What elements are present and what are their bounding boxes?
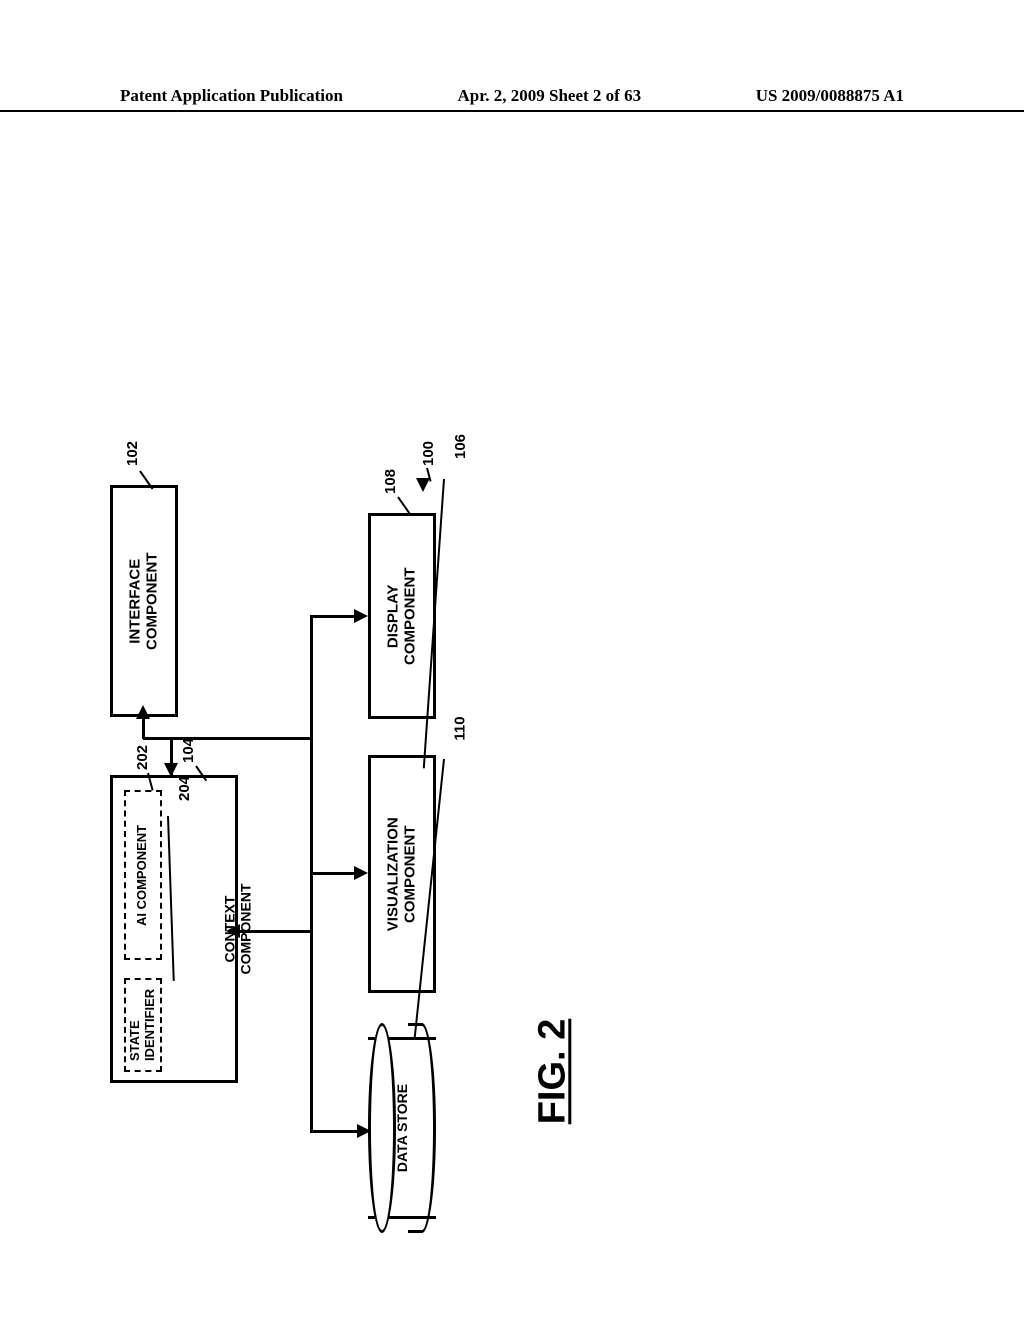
cylinder-data-store: DATA STORE bbox=[368, 1023, 436, 1233]
arrow-into-display bbox=[354, 609, 368, 623]
ref-108: 108 bbox=[382, 469, 399, 494]
ref-100: 100 bbox=[420, 441, 437, 466]
header-publication: Patent Application Publication bbox=[120, 86, 343, 106]
ref-202: 202 bbox=[134, 745, 151, 770]
line-context-out-h bbox=[238, 930, 312, 933]
arrow-into-context bbox=[164, 763, 178, 777]
label-state-identifier: STATE IDENTIFIER bbox=[128, 989, 158, 1061]
ref-102: 102 bbox=[124, 441, 141, 466]
page-header: Patent Application Publication Apr. 2, 2… bbox=[0, 86, 1024, 112]
box-interface-component: INTERFACE COMPONENT bbox=[110, 485, 178, 717]
figure-2-diagram: INTERFACE COMPONENT 102 CONTEXT COMPONEN… bbox=[0, 180, 1024, 1080]
arrow-into-datastore bbox=[357, 1124, 371, 1138]
box-display-component: DISPLAY COMPONENT bbox=[368, 513, 436, 719]
ref-104: 104 bbox=[180, 738, 197, 763]
ref-106: 106 bbox=[452, 434, 469, 459]
line-to-visualization bbox=[310, 872, 356, 875]
label-ai-component: AI COMPONENT bbox=[136, 824, 151, 925]
arrow-into-visualization bbox=[354, 866, 368, 880]
arrow-interface-in bbox=[136, 705, 150, 719]
box-ai-component: AI COMPONENT bbox=[124, 790, 162, 960]
label-interface-component: INTERFACE COMPONENT bbox=[127, 552, 162, 650]
label-data-store: DATA STORE bbox=[394, 1084, 410, 1172]
header-pub-number: US 2009/0088875 A1 bbox=[756, 86, 904, 106]
arrow-context-back bbox=[226, 924, 240, 938]
line-to-datastore bbox=[310, 1130, 359, 1133]
figure-label: FIG. 2 bbox=[531, 1019, 574, 1125]
cylinder-left-cap bbox=[368, 1023, 396, 1233]
box-state-identifier: STATE IDENTIFIER bbox=[124, 978, 162, 1072]
ref-204: 204 bbox=[176, 776, 193, 801]
line-horizontal-bus bbox=[143, 737, 313, 740]
box-visualization-component: VISUALIZATION COMPONENT bbox=[368, 755, 436, 993]
label-visualization-component: VISUALIZATION COMPONENT bbox=[385, 817, 420, 931]
line-to-display bbox=[310, 615, 356, 618]
arrowhead-100 bbox=[416, 478, 430, 492]
line-interface-down bbox=[142, 717, 145, 739]
ref-110: 110 bbox=[452, 716, 469, 740]
header-date-sheet: Apr. 2, 2009 Sheet 2 of 63 bbox=[458, 86, 642, 106]
cylinder-right-arc bbox=[408, 1023, 436, 1233]
label-display-component: DISPLAY COMPONENT bbox=[385, 567, 420, 665]
